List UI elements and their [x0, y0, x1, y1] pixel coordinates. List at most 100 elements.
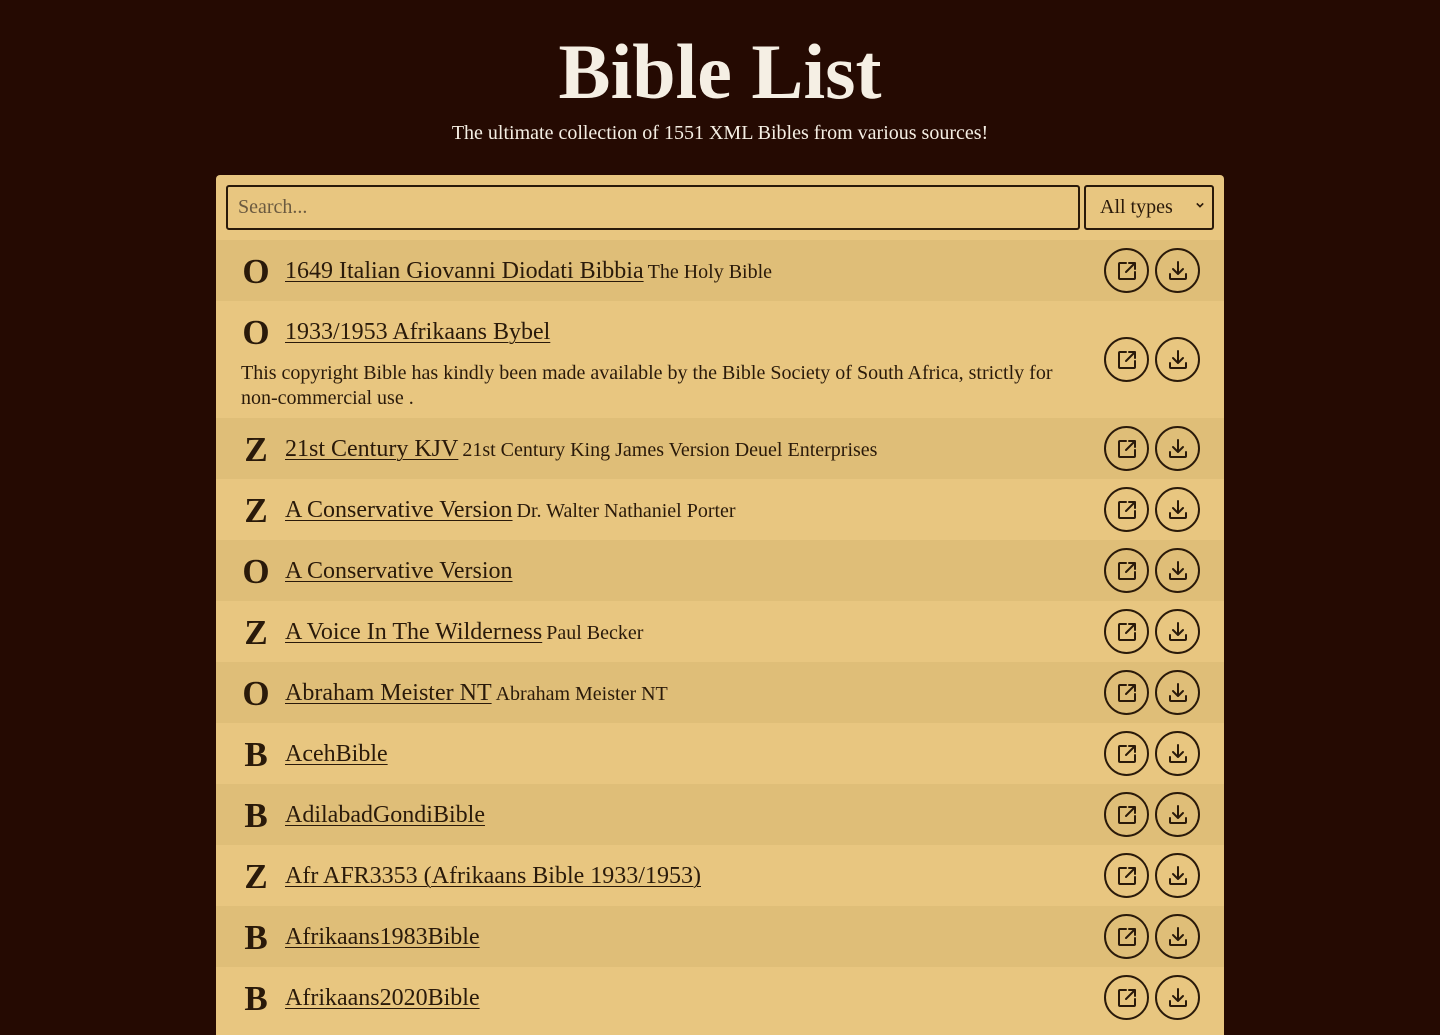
download-bible-button[interactable]: [1155, 487, 1200, 532]
bible-row-text: 1649 Italian Giovanni Diodati Bibbia The …: [285, 255, 772, 288]
external-link-icon: [1117, 805, 1136, 824]
bible-row-text: Afrikaans1983Bible: [285, 921, 480, 953]
download-bible-button[interactable]: [1155, 337, 1200, 382]
bible-type-badge: O: [242, 552, 270, 591]
bible-title-link[interactable]: 21st Century KJV: [285, 436, 458, 462]
download-bible-button[interactable]: [1155, 731, 1200, 776]
bible-type-badge: B: [244, 918, 268, 957]
download-bible-button[interactable]: [1155, 853, 1200, 898]
bible-row: Z 21st Century KJV 21st Century King Jame…: [216, 418, 1224, 479]
bible-title-link[interactable]: Afrikaans1983Bible: [285, 924, 480, 950]
bible-list-panel: All types O 1649 Italian Giovanni Diodat…: [216, 175, 1224, 1035]
row-actions: [1104, 548, 1200, 593]
bible-row: O A Conservative Version: [216, 540, 1224, 601]
external-link-icon: [1117, 744, 1136, 763]
open-bible-button[interactable]: [1104, 609, 1149, 654]
bible-row: Z A Conservative Version Dr. Walter Natha…: [216, 479, 1224, 540]
bible-title-link[interactable]: A Voice In The Wilderness: [285, 619, 542, 645]
download-icon: [1168, 621, 1187, 641]
row-actions: [1104, 426, 1200, 471]
bible-row-text: 21st Century KJV 21st Century King James …: [285, 433, 877, 466]
download-icon: [1168, 349, 1187, 369]
download-bible-button[interactable]: [1155, 426, 1200, 471]
bible-row: B AcehBible: [216, 723, 1224, 784]
row-actions: [1104, 487, 1200, 532]
external-link-icon: [1117, 350, 1136, 369]
external-link-icon: [1117, 622, 1136, 641]
bible-type-badge: O: [242, 252, 270, 291]
bible-type-badge: O: [242, 674, 270, 713]
download-bible-button[interactable]: [1155, 548, 1200, 593]
bible-row: B Afrikaans1983Bible: [216, 906, 1224, 967]
bible-row: B AdilabadGondiBible: [216, 784, 1224, 845]
page-subtitle: The ultimate collection of 1551 XML Bibl…: [451, 122, 989, 144]
external-link-icon: [1117, 261, 1136, 280]
open-bible-button[interactable]: [1104, 792, 1149, 837]
bible-row: B Afrikaans2020Bible: [216, 967, 1224, 1028]
external-link-icon: [1117, 561, 1136, 580]
bible-row-text: AcehBible: [285, 738, 388, 770]
bible-title-link[interactable]: 1649 Italian Giovanni Diodati Bibbia: [285, 258, 644, 284]
download-bible-button[interactable]: [1155, 609, 1200, 654]
download-bible-button[interactable]: [1155, 248, 1200, 293]
download-icon: [1168, 865, 1187, 885]
bible-row-text: AdilabadGondiBible: [285, 799, 485, 831]
download-icon: [1168, 682, 1187, 702]
type-filter-select[interactable]: All types: [1084, 185, 1214, 230]
bible-type-badge: B: [244, 979, 268, 1018]
bible-title-link[interactable]: Afrikaans2020Bible: [285, 985, 480, 1011]
download-icon: [1168, 743, 1187, 763]
download-bible-button[interactable]: [1155, 670, 1200, 715]
bible-type-badge: Z: [244, 491, 268, 530]
bible-title-link[interactable]: A Conservative Version: [285, 497, 513, 523]
external-link-icon: [1117, 988, 1136, 1007]
bible-title-link[interactable]: Afr AFR3353 (Afrikaans Bible 1933/1953): [285, 863, 701, 889]
bible-row: Z Afr AFR3353 (Afrikaans Bible 1933/1953…: [216, 845, 1224, 906]
bible-description: Paul Becker: [546, 622, 644, 644]
bible-type-badge: B: [244, 796, 268, 835]
open-bible-button[interactable]: [1104, 731, 1149, 776]
open-bible-button[interactable]: [1104, 975, 1149, 1020]
download-bible-button[interactable]: [1155, 975, 1200, 1020]
row-actions: [1104, 609, 1200, 654]
bible-row-text: Afr AFR3353 (Afrikaans Bible 1933/1953): [285, 860, 701, 892]
open-bible-button[interactable]: [1104, 337, 1149, 382]
row-actions: [1104, 914, 1200, 959]
download-icon: [1168, 560, 1187, 580]
bible-type-badge: Z: [244, 857, 268, 896]
download-icon: [1168, 438, 1187, 458]
download-icon: [1168, 987, 1187, 1007]
bible-list: O 1649 Italian Giovanni Diodati Bibbia Th…: [216, 240, 1224, 1028]
download-bible-button[interactable]: [1155, 914, 1200, 959]
bible-description: 21st Century King James Version Deuel En…: [462, 439, 878, 461]
bible-title-link[interactable]: AdilabadGondiBible: [285, 802, 485, 828]
open-bible-button[interactable]: [1104, 670, 1149, 715]
bible-row-text: A Voice In The Wilderness Paul Becker: [285, 616, 643, 649]
bible-title-link[interactable]: 1933/1953 Afrikaans Bybel: [285, 319, 550, 345]
bible-title-link[interactable]: Abraham Meister NT: [285, 680, 492, 706]
external-link-icon: [1117, 866, 1136, 885]
bible-type-badge: Z: [244, 430, 268, 469]
toolbar: All types: [226, 185, 1214, 230]
open-bible-button[interactable]: [1104, 548, 1149, 593]
bible-title-link[interactable]: A Conservative Version: [285, 558, 513, 584]
open-bible-button[interactable]: [1104, 426, 1149, 471]
bible-description: Abraham Meister NT: [495, 683, 668, 705]
open-bible-button[interactable]: [1104, 248, 1149, 293]
download-icon: [1168, 926, 1187, 946]
row-actions: [1104, 792, 1200, 837]
open-bible-button[interactable]: [1104, 487, 1149, 532]
bible-title-link[interactable]: AcehBible: [285, 741, 388, 767]
open-bible-button[interactable]: [1104, 853, 1149, 898]
row-actions: [1104, 731, 1200, 776]
search-input[interactable]: [226, 185, 1080, 230]
open-bible-button[interactable]: [1104, 914, 1149, 959]
row-actions: [1104, 248, 1200, 293]
download-icon: [1168, 499, 1187, 519]
bible-type-badge: Z: [244, 613, 268, 652]
external-link-icon: [1117, 683, 1136, 702]
chevron-down-icon: [1196, 202, 1204, 208]
download-bible-button[interactable]: [1155, 792, 1200, 837]
external-link-icon: [1117, 500, 1136, 519]
row-actions: [1104, 670, 1200, 715]
